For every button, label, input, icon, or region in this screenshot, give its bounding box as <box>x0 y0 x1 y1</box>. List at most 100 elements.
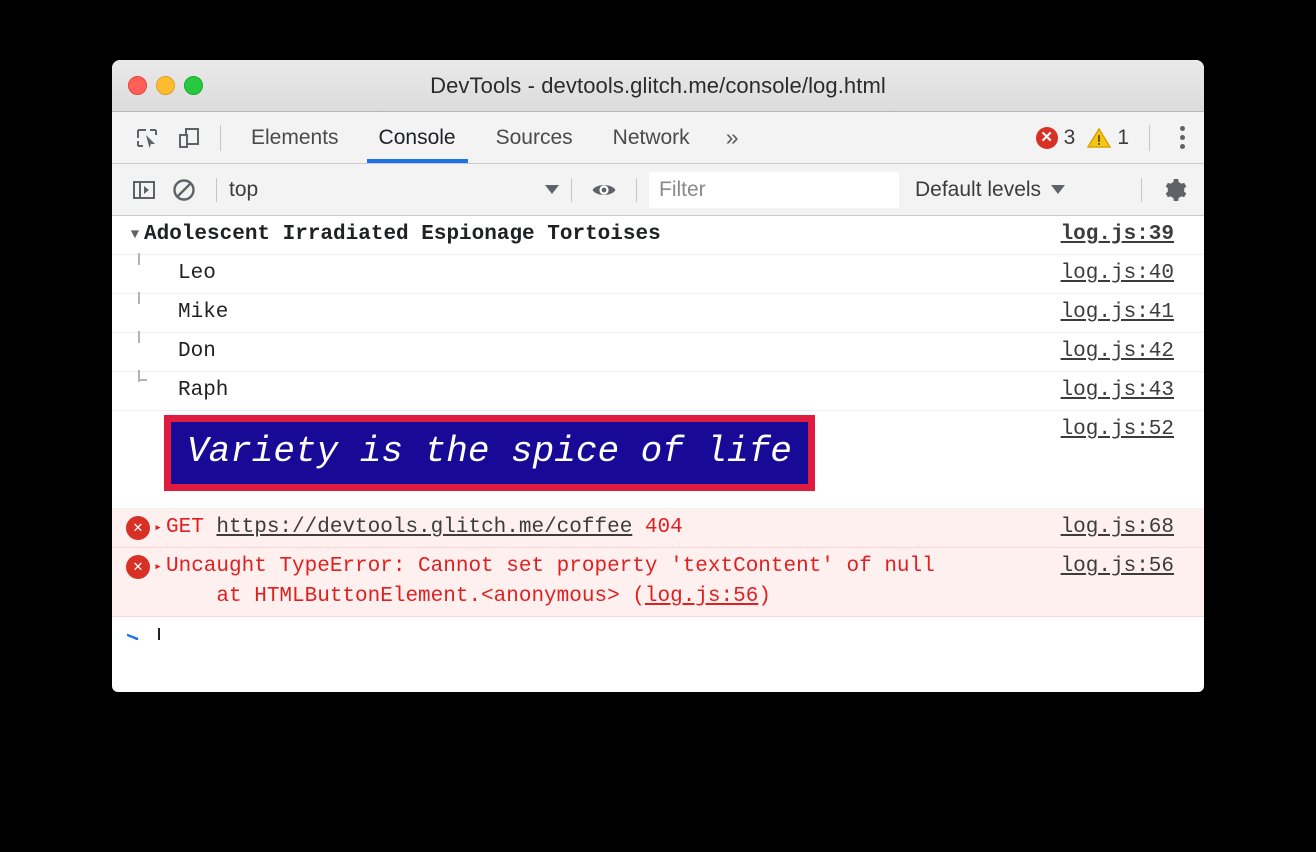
console-styled-message-row[interactable]: Variety is the spice of life log.js:52 <box>112 411 1204 509</box>
tab-sources[interactable]: Sources <box>476 112 593 163</box>
expand-arrow-icon[interactable]: ▸ <box>150 513 166 543</box>
toggle-device-toolbar-button[interactable] <box>168 112 210 163</box>
console-group-header[interactable]: ▼ Adolescent Irradiated Espionage Tortoi… <box>112 216 1204 255</box>
source-link[interactable]: log.js:43 <box>1061 376 1204 406</box>
devtools-tabbar: Elements Console Sources Network » ✕ 3 <box>112 112 1204 164</box>
console-message-content: Mike <box>112 298 1061 328</box>
clear-console-button[interactable] <box>164 170 204 210</box>
tab-console[interactable]: Console <box>359 112 476 163</box>
tab-sources-label: Sources <box>496 126 573 150</box>
group-collapse-arrow-icon[interactable]: ▼ <box>126 220 144 250</box>
minimize-button[interactable] <box>156 76 175 95</box>
show-console-sidebar-button[interactable] <box>124 170 164 210</box>
console-toolbar: top Default levels <box>112 164 1204 216</box>
console-error-row-network[interactable]: ✕ ▸ GET https://devtools.glitch.me/coffe… <box>112 509 1204 548</box>
console-message-text: Leo <box>178 259 216 289</box>
eye-icon <box>591 177 617 203</box>
tabbar-divider-right <box>1149 125 1150 151</box>
toolbar-divider-3 <box>636 178 637 202</box>
source-link[interactable]: log.js:41 <box>1061 298 1204 328</box>
chevron-down-icon <box>545 185 559 194</box>
create-live-expression-button[interactable] <box>584 170 624 210</box>
console-group-header-content: ▼ Adolescent Irradiated Espionage Tortoi… <box>112 220 1061 250</box>
source-link[interactable]: log.js:39 <box>1061 220 1204 250</box>
console-message-text: Don <box>178 337 216 367</box>
more-vertical-icon-dot <box>1180 126 1185 131</box>
http-method-label: GET <box>166 516 204 539</box>
warning-count-label: 1 <box>1117 126 1129 150</box>
devtools-window: DevTools - devtools.glitch.me/console/lo… <box>112 60 1204 692</box>
console-message-row[interactable]: Leo log.js:40 <box>112 255 1204 294</box>
source-link[interactable]: log.js:42 <box>1061 337 1204 367</box>
more-tabs-button[interactable]: » <box>710 112 755 163</box>
console-message-row[interactable]: Don log.js:42 <box>112 333 1204 372</box>
source-link[interactable]: log.js:40 <box>1061 259 1204 289</box>
console-prompt-row[interactable]: > <box>112 617 1204 640</box>
zoom-button[interactable] <box>184 76 203 95</box>
warning-count-icon <box>1087 127 1111 149</box>
log-levels-selector[interactable]: Default levels <box>915 178 1065 202</box>
tab-elements[interactable]: Elements <box>231 112 359 163</box>
toolbar-divider-4 <box>1141 178 1142 202</box>
prompt-chevron-icon: > <box>126 629 152 641</box>
tab-network[interactable]: Network <box>593 112 710 163</box>
tab-elements-label: Elements <box>251 126 339 150</box>
console-message-row[interactable]: Raph log.js:43 <box>112 372 1204 411</box>
issue-counters[interactable]: ✕ 3 1 <box>1036 112 1139 163</box>
toolbar-divider-1 <box>216 178 217 202</box>
console-message-content: Leo <box>112 259 1061 289</box>
toolbar-divider-2 <box>571 178 572 202</box>
execution-context-selector[interactable]: top <box>229 178 559 202</box>
styled-message-text: Variety is the spice of life <box>164 415 815 491</box>
stack-frame-link[interactable]: log.js:56 <box>645 585 758 608</box>
request-url-link[interactable]: https://devtools.glitch.me/coffee <box>216 516 632 539</box>
tabbar-divider <box>220 125 221 151</box>
gear-icon <box>1160 176 1188 204</box>
chevron-double-right-icon: » <box>726 124 739 151</box>
window-controls <box>112 76 203 95</box>
tabbar-spacer <box>754 112 1035 163</box>
error-count-icon: ✕ <box>1036 127 1058 149</box>
console-settings-button[interactable] <box>1154 170 1194 210</box>
expand-arrow-icon[interactable]: ▸ <box>150 552 166 582</box>
console-message-content: ✕ ▸ GET https://devtools.glitch.me/coffe… <box>112 513 1061 543</box>
show-console-sidebar-icon <box>131 177 157 203</box>
log-levels-label: Default levels <box>915 178 1041 202</box>
console-message-text: Mike <box>178 298 228 328</box>
window-title: DevTools - devtools.glitch.me/console/lo… <box>112 73 1204 99</box>
console-error-text: Uncaught TypeError: Cannot set property … <box>166 552 935 612</box>
console-message-list[interactable]: ▼ Adolescent Irradiated Espionage Tortoi… <box>112 216 1204 640</box>
tab-console-label: Console <box>379 126 456 150</box>
devtools-main-menu-button[interactable] <box>1160 112 1204 163</box>
chevron-down-icon <box>1051 185 1065 194</box>
inspect-element-icon <box>135 126 159 150</box>
exception-message: Uncaught TypeError: Cannot set property … <box>166 555 935 578</box>
clear-console-icon <box>171 177 197 203</box>
inspect-element-button[interactable] <box>126 112 168 163</box>
stack-frame-prefix: at HTMLButtonElement.<anonymous> ( <box>166 585 645 608</box>
tab-network-label: Network <box>613 126 690 150</box>
close-button[interactable] <box>128 76 147 95</box>
more-vertical-icon-dot <box>1180 135 1185 140</box>
console-message-content: Raph <box>112 376 1061 406</box>
error-count-label: 3 <box>1064 126 1076 150</box>
filter-input[interactable] <box>649 172 899 208</box>
source-link[interactable]: log.js:56 <box>1061 552 1204 582</box>
error-icon: ✕ <box>126 516 150 540</box>
console-group-title: Adolescent Irradiated Espionage Tortoise… <box>144 220 661 250</box>
device-toolbar-icon <box>177 126 201 150</box>
console-error-row-exception[interactable]: ✕ ▸ Uncaught TypeError: Cannot set prope… <box>112 548 1204 617</box>
console-message-text: Raph <box>178 376 228 406</box>
source-link[interactable]: log.js:52 <box>1061 415 1204 440</box>
console-message-content: ✕ ▸ Uncaught TypeError: Cannot set prope… <box>112 552 1061 612</box>
source-link[interactable]: log.js:68 <box>1061 513 1204 543</box>
window-titlebar: DevTools - devtools.glitch.me/console/lo… <box>112 60 1204 112</box>
console-message-content: Don <box>112 337 1061 367</box>
prompt-text-cursor <box>158 628 160 640</box>
console-error-text: GET https://devtools.glitch.me/coffee 40… <box>166 513 683 543</box>
http-status-label: 404 <box>645 516 683 539</box>
stack-frame-suffix: ) <box>758 585 771 608</box>
more-vertical-icon-dot <box>1180 144 1185 149</box>
console-message-row[interactable]: Mike log.js:41 <box>112 294 1204 333</box>
execution-context-label: top <box>229 178 545 202</box>
